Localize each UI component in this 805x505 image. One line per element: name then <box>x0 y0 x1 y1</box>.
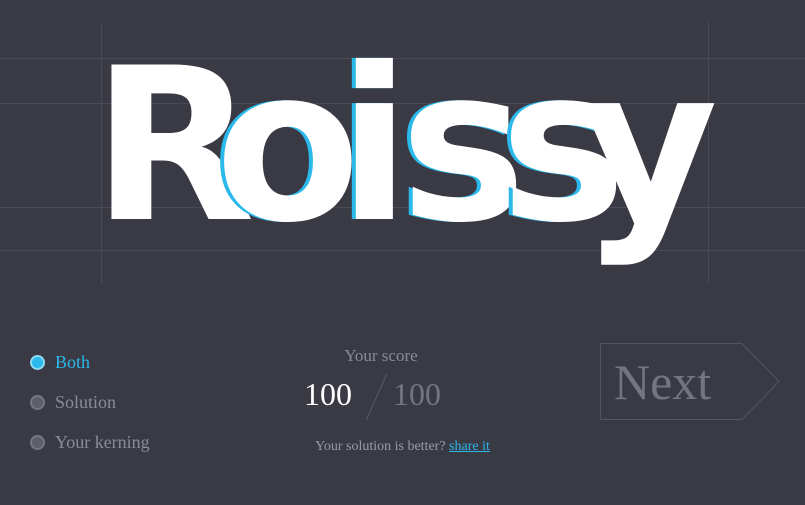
option-both[interactable]: Both <box>30 342 150 382</box>
option-solution[interactable]: Solution <box>30 382 150 422</box>
score-total: 100 <box>393 376 441 412</box>
option-your-kerning-label: Your kerning <box>55 431 150 452</box>
kerning-word: R o i s s y <box>0 0 805 290</box>
radio-unselected-icon[interactable] <box>30 434 45 450</box>
share-line: Your solution is better? share it <box>250 439 555 455</box>
option-both-label: Both <box>55 351 91 372</box>
radio-selected-icon[interactable] <box>30 354 45 370</box>
letter-y[interactable]: y <box>580 40 718 252</box>
radio-unselected-icon[interactable] <box>30 394 45 410</box>
score-divider <box>365 373 388 421</box>
view-options: Both Solution Your kerning <box>30 342 150 462</box>
score-title: Your score <box>344 346 418 365</box>
option-solution-label: Solution <box>55 391 117 412</box>
next-button[interactable]: Next <box>600 343 780 420</box>
next-button-label: Next <box>614 354 712 410</box>
score-value: 100 <box>304 376 352 412</box>
share-link[interactable]: share it <box>449 439 490 454</box>
option-your-kerning[interactable]: Your kerning <box>30 422 150 462</box>
score-values: 100 100 <box>300 368 462 421</box>
score-panel: Your score 100 100 <box>300 346 462 421</box>
share-prompt: Your solution is better? <box>315 439 446 454</box>
